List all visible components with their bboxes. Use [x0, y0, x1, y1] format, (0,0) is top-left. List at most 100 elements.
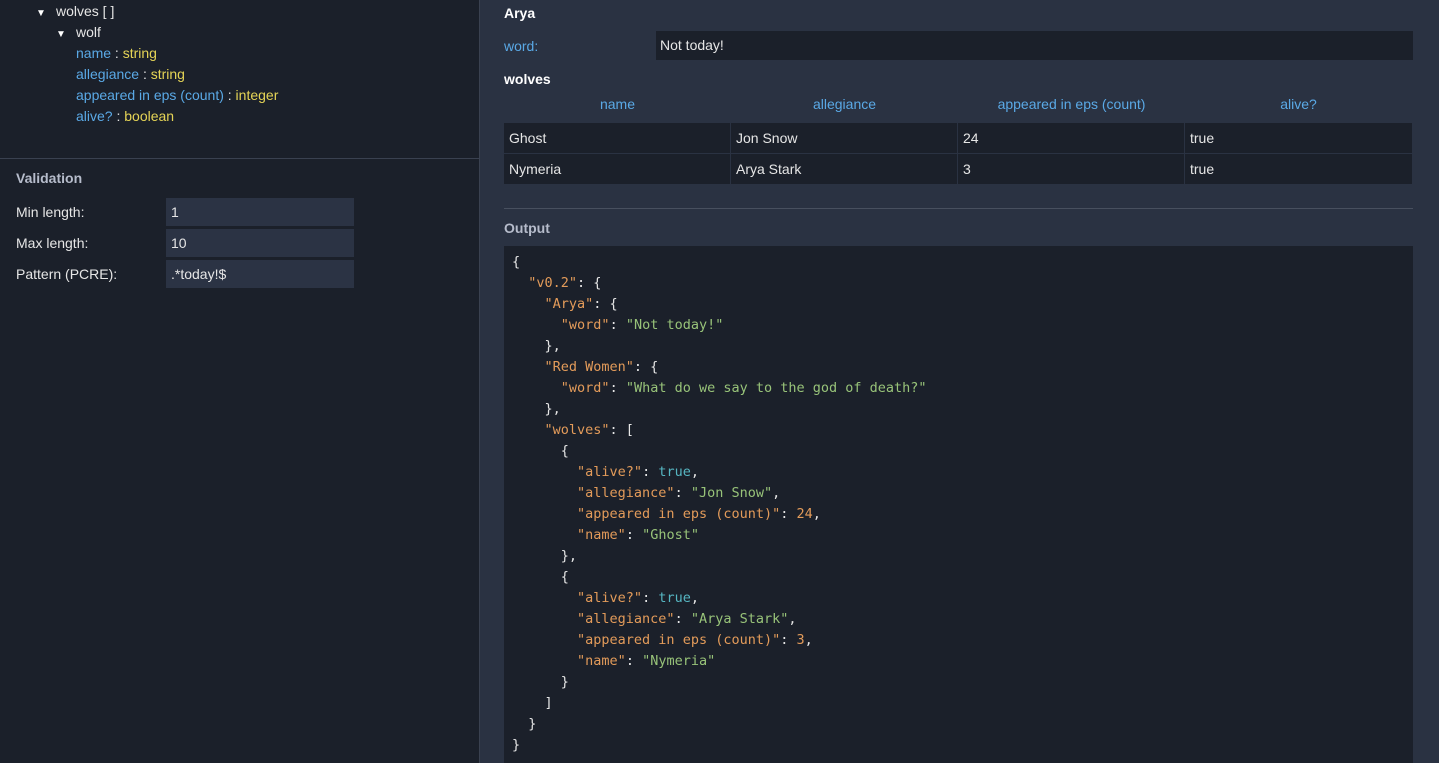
json-string: "Nymeria" [642, 653, 716, 669]
json-punctuation: }, [512, 548, 578, 564]
code-line: } [512, 672, 569, 693]
json-punctuation: }, [512, 338, 561, 354]
max-length-input[interactable] [166, 229, 354, 257]
json-string: "Arya Stark" [690, 611, 789, 627]
field-name: alive? [76, 108, 113, 124]
json-key: "appeared in eps (count)" [577, 506, 781, 522]
caret-down-icon[interactable]: ▼ [56, 24, 76, 45]
json-key: "name" [577, 653, 626, 669]
tree-node-wolves[interactable]: ▼ wolves [ ] [36, 1, 114, 22]
json-punctuation [512, 464, 577, 480]
table-cell[interactable]: Ghost [504, 123, 730, 153]
tree-node-label: wolf [76, 24, 101, 40]
code-line: "word": "What do we say to the god of de… [512, 378, 927, 399]
json-punctuation: , [812, 506, 821, 522]
json-punctuation: : [625, 653, 643, 669]
wolves-title: wolves [504, 71, 551, 87]
json-string: "Not today!" [625, 317, 724, 333]
json-punctuation [512, 506, 577, 522]
code-line: }, [512, 399, 561, 420]
json-boolean: true [658, 464, 691, 480]
field-separator: : [223, 87, 236, 103]
code-line: "Arya": { [512, 294, 618, 315]
code-line: ] [512, 693, 553, 714]
table-cell[interactable]: true [1185, 123, 1412, 153]
json-punctuation: { [512, 443, 569, 459]
json-punctuation: : [674, 611, 691, 627]
column-header: appeared in eps (count) [997, 96, 1146, 112]
json-punctuation: , [788, 611, 797, 627]
code-line: { [512, 252, 520, 273]
code-line: "appeared in eps (count)": 3, [512, 630, 813, 651]
table-cell[interactable]: Jon Snow [731, 123, 957, 153]
json-punctuation: : [609, 317, 626, 333]
tree-field-allegiance[interactable]: allegiance : string [76, 64, 185, 85]
code-line: "Red Women": { [512, 357, 659, 378]
json-punctuation: } [512, 674, 569, 690]
json-punctuation: : { [577, 275, 602, 291]
code-line: "allegiance": "Jon Snow", [512, 483, 780, 504]
json-punctuation [512, 359, 545, 375]
tree-field-appeared[interactable]: appeared in eps (count) : integer [76, 85, 278, 106]
field-type: string [150, 66, 185, 82]
json-key: "appeared in eps (count)" [577, 632, 781, 648]
word-input[interactable] [656, 31, 1413, 60]
json-output[interactable]: { "v0.2": { "Arya": { "word": "Not today… [504, 246, 1413, 763]
section-divider [504, 208, 1413, 209]
field-name: appeared in eps (count) [76, 87, 224, 103]
code-line: "word": "Not today!" [512, 315, 724, 336]
code-line: }, [512, 336, 561, 357]
json-string: "Ghost" [642, 527, 699, 543]
pattern-input[interactable] [166, 260, 354, 288]
section-divider [0, 158, 479, 159]
arya-title: Arya [504, 5, 536, 21]
json-punctuation [512, 653, 577, 669]
json-punctuation: { [512, 254, 521, 270]
min-length-input[interactable] [166, 198, 354, 226]
json-punctuation: : [625, 527, 643, 543]
table-cell[interactable]: 24 [958, 123, 1184, 153]
code-line: "v0.2": { [512, 273, 601, 294]
json-punctuation: ] [512, 695, 553, 711]
pattern-label: Pattern (PCRE): [16, 266, 118, 282]
tree-field-alive[interactable]: alive? : boolean [76, 106, 174, 127]
json-punctuation: } [512, 716, 537, 732]
json-punctuation: : [674, 485, 691, 501]
json-punctuation [512, 527, 577, 543]
json-boolean: true [658, 590, 691, 606]
json-punctuation: : { [633, 359, 659, 375]
json-key: "word" [560, 317, 610, 333]
json-punctuation: { [512, 569, 569, 585]
json-key: "Red Women" [544, 359, 634, 375]
code-line: "allegiance": "Arya Stark", [512, 609, 797, 630]
field-type: boolean [124, 108, 175, 124]
json-key: "v0.2" [528, 275, 578, 291]
json-string: "What do we say to the god of death?" [625, 380, 927, 396]
code-line: "name": "Ghost" [512, 525, 699, 546]
json-punctuation [512, 296, 545, 312]
preview-pane: Arya word: wolves name allegiance appear… [480, 0, 1439, 763]
table-cell[interactable]: 3 [958, 154, 1184, 184]
json-key: "name" [577, 527, 626, 543]
schema-pane: ▼ wolves [ ] ▼ wolf name : string allegian… [0, 0, 479, 763]
json-punctuation: : [780, 632, 797, 648]
tree-node-wolf[interactable]: ▼ wolf [56, 22, 101, 43]
table-cell[interactable]: Arya Stark [731, 154, 957, 184]
tree-node-label: wolves [ ] [56, 3, 115, 19]
code-line: "alive?": true, [512, 588, 699, 609]
json-punctuation: } [512, 737, 521, 753]
output-title: Output [504, 220, 550, 236]
tree-field-name[interactable]: name : string [76, 43, 157, 64]
code-line: } [512, 735, 520, 756]
caret-down-icon[interactable]: ▼ [36, 3, 56, 24]
json-punctuation: : [780, 506, 797, 522]
json-key: "word" [560, 380, 610, 396]
json-key: "alive?" [577, 590, 643, 606]
json-key: "allegiance" [577, 611, 675, 627]
json-key: "alive?" [577, 464, 643, 480]
table-cell[interactable]: Nymeria [504, 154, 730, 184]
json-punctuation: : [642, 464, 659, 480]
table-cell[interactable]: true [1185, 154, 1412, 184]
json-punctuation: , [804, 632, 813, 648]
code-line: }, [512, 546, 577, 567]
